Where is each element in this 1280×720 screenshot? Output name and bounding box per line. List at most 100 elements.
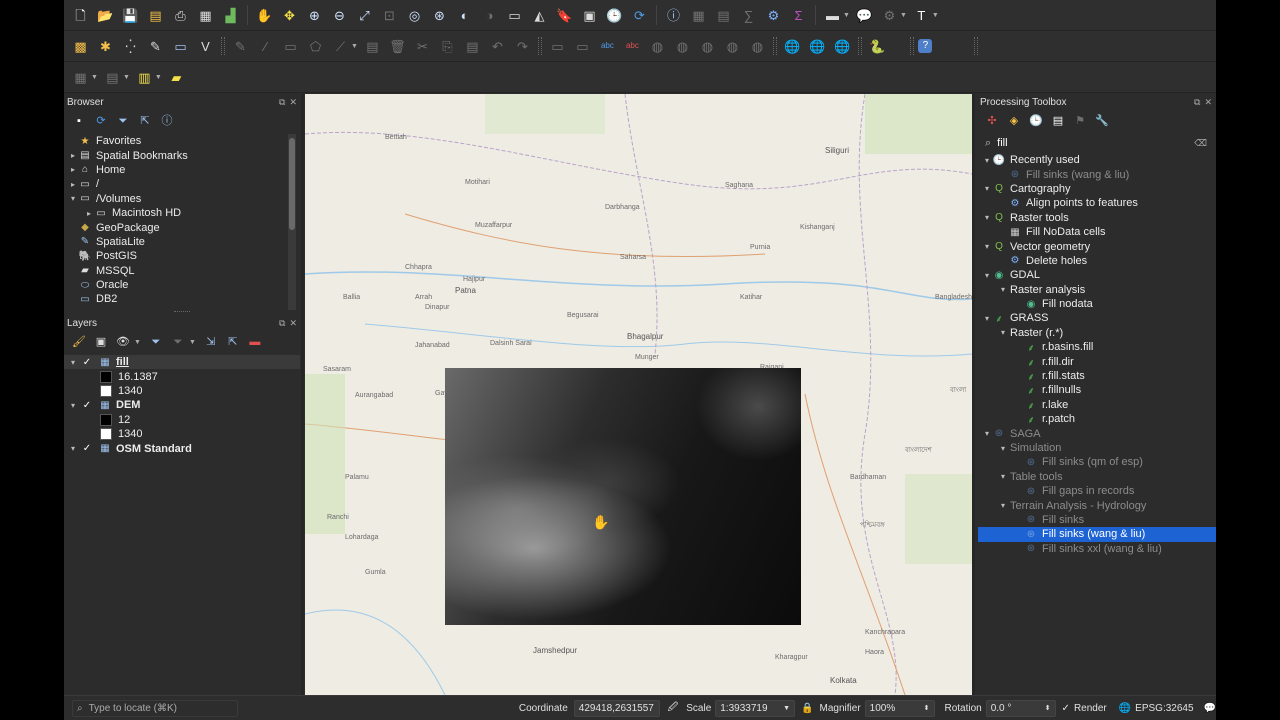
map-canvas[interactable]: Siliguri Bhagalpur Patna Jamshedpur Kolkata B… — [305, 94, 972, 695]
zoom-in-icon[interactable]: ⊕ — [304, 4, 326, 26]
expand-arrow-icon[interactable]: ▸ — [84, 209, 94, 218]
filter-icon[interactable]: ⏷ — [115, 113, 131, 129]
style-manager-icon[interactable]: ▟ — [220, 4, 242, 26]
label-diagram-icon[interactable]: ◍ — [746, 35, 768, 57]
label-move-icon[interactable]: ◍ — [646, 35, 668, 57]
toggle-extents-icon[interactable]: 🖉 — [668, 700, 679, 717]
show-bookmarks-icon[interactable]: ▣ — [579, 4, 601, 26]
legend-item[interactable]: 1340 — [64, 427, 300, 441]
undo-icon[interactable]: ↶ — [486, 35, 508, 57]
deselect-icon[interactable]: ▰ — [165, 66, 187, 88]
toolbox-provider[interactable]: ▾ Q Vector geometry — [978, 239, 1216, 253]
models-icon[interactable]: ✣ — [984, 113, 1000, 129]
chevron-down-icon[interactable]: ▼ — [155, 74, 162, 81]
toolbox-provider[interactable]: ▾ ⸙ GRASS — [978, 311, 1216, 325]
chevron-down-icon[interactable]: ▼ — [932, 12, 939, 19]
text-annotation-icon[interactable]: T — [910, 4, 932, 26]
add-wcs-layer-icon[interactable]: 🌐 — [831, 35, 853, 57]
zoom-last-icon[interactable]: ◐ — [454, 4, 476, 26]
chevron-down-icon[interactable]: ▼ — [351, 43, 358, 50]
toolbox-provider[interactable]: ▾ Q Cartography — [978, 182, 1216, 196]
toolbox-algorithm[interactable]: ⸙ r.fill.dir — [978, 354, 1216, 369]
close-panel-icon[interactable]: ✕ — [1204, 97, 1212, 108]
new-layer-icon[interactable]: ✱ — [95, 35, 117, 57]
zoom-next-icon[interactable]: ◑ — [479, 4, 501, 26]
toolbox-algorithm[interactable]: ◉ Fill nodata — [978, 297, 1216, 311]
expand-arrow-icon[interactable]: ▾ — [982, 314, 992, 323]
label-show-icon[interactable]: ◍ — [721, 35, 743, 57]
processing-gear-icon[interactable]: ⚙ — [763, 4, 785, 26]
save-as-icon[interactable]: ▤ — [145, 4, 167, 26]
expand-arrow-icon[interactable]: ▸ — [68, 151, 78, 160]
identify-icon[interactable]: ⓘ — [663, 4, 685, 26]
crs-label[interactable]: EPSG:32645 — [1135, 703, 1193, 714]
toolbox-algorithm[interactable]: ⊛ Fill sinks (wang & liu) — [978, 527, 1216, 542]
open-project-icon[interactable]: 📂 — [95, 4, 117, 26]
magnifier-field[interactable]: 100% ⬍ — [864, 699, 935, 717]
browser-item[interactable]: ▭ DB2 — [68, 292, 290, 306]
delete-selected-icon[interactable]: 🗑 — [386, 35, 408, 57]
browser-scrollbar-thumb[interactable] — [289, 138, 295, 230]
cut-features-icon[interactable]: ✂ — [411, 35, 433, 57]
edit-save-icon[interactable]: ▭ — [280, 35, 302, 57]
edit-features-in-place-icon[interactable]: ⚑ — [1072, 113, 1088, 129]
chevron-down-icon[interactable]: ▼ — [189, 339, 196, 346]
expand-arrow-icon[interactable]: ▾ — [982, 213, 992, 222]
browser-item[interactable]: ✎ SpatiaLite — [68, 235, 290, 249]
paste-features-icon[interactable]: ▤ — [461, 35, 483, 57]
label-rotate-icon[interactable]: ◍ — [671, 35, 693, 57]
expand-arrow-icon[interactable]: ▾ — [68, 401, 78, 410]
sum-icon[interactable]: Σ — [788, 4, 810, 26]
vertex-tool-icon[interactable]: ⟋ — [330, 35, 352, 57]
vertex-editor-icon[interactable]: ▦ — [70, 66, 92, 88]
data-source-manager-icon[interactable]: ▩ — [70, 35, 92, 57]
legend-item[interactable]: 12 — [64, 413, 300, 427]
chevron-down-icon[interactable]: ▼ — [783, 705, 790, 712]
legend-item[interactable]: 16.1387 — [64, 369, 300, 383]
toolbox-algorithm[interactable]: ⊛ Fill sinks (wang & liu) — [978, 167, 1216, 181]
visibility-checkbox[interactable]: ✓ — [80, 443, 94, 455]
label-abc-icon[interactable]: abc — [596, 35, 618, 57]
save-project-icon[interactable]: 💾 — [120, 4, 142, 26]
filter-legend-icon[interactable]: ⏷ — [148, 334, 164, 350]
float-panel-icon[interactable]: ⧉ — [279, 97, 285, 108]
toggle-edit-icon[interactable]: ✎ — [145, 35, 167, 57]
edit-pencil-icon[interactable]: ✎ — [230, 35, 252, 57]
clear-search-icon[interactable]: ⌫ — [1194, 138, 1207, 149]
expand-arrow-icon[interactable]: ▾ — [982, 429, 992, 438]
right-dock-splitter[interactable] — [972, 94, 975, 695]
toolbox-algorithm[interactable]: ⊛ Fill sinks — [978, 513, 1216, 527]
new-project-icon[interactable]: 🗋 — [70, 4, 92, 26]
layout-manager-icon[interactable]: ▦ — [195, 4, 217, 26]
toolbox-provider[interactable]: ▾ Q Raster tools — [978, 211, 1216, 225]
refresh-icon[interactable]: ⟳ — [629, 4, 651, 26]
browser-item[interactable]: ▸ ▭ / — [68, 177, 290, 191]
browser-item[interactable]: ▸ ▤ Spatial Bookmarks — [68, 148, 290, 162]
toolbox-algorithm[interactable]: ⊛ Fill gaps in records — [978, 484, 1216, 498]
expand-all-icon[interactable]: ⇲ — [203, 334, 219, 350]
browser-item[interactable]: ▰ MSSQL — [68, 264, 290, 278]
add-group-icon[interactable]: ▣ — [93, 334, 109, 350]
locate-search-field[interactable]: ⌕ Type to locate (⌘K) — [71, 699, 238, 717]
visibility-checkbox[interactable]: ✓ — [80, 356, 94, 368]
expand-arrow-icon[interactable]: ▸ — [68, 180, 78, 189]
pan-icon[interactable]: ✋ — [254, 4, 276, 26]
layer-item[interactable]: ▾ ✓ ▦ DEM — [64, 398, 300, 412]
left-dock-splitter[interactable] — [301, 94, 304, 695]
digitize-icon[interactable]: ⁛ — [120, 35, 142, 57]
new-3d-view-icon[interactable]: ◭ — [529, 4, 551, 26]
label-tool-icon[interactable]: ▭ — [546, 35, 568, 57]
manage-visibility-icon[interactable]: 👁 — [115, 334, 131, 350]
toolbox-search-input[interactable]: fill — [997, 137, 1194, 149]
history-icon[interactable]: 🕒 — [1028, 113, 1044, 129]
toolbox-group[interactable]: ▾ Simulation — [978, 441, 1216, 455]
chevron-down-icon[interactable]: ▼ — [123, 74, 130, 81]
layer-item[interactable]: ▾ ✓ ▦ OSM Standard — [64, 441, 300, 455]
options-wrench-icon[interactable]: 🔧 — [1094, 113, 1110, 129]
save-edits-icon[interactable]: ▭ — [170, 35, 192, 57]
measure-icon[interactable]: ▬ — [822, 4, 844, 26]
toolbox-algorithm[interactable]: ⚙ Align points to features — [978, 196, 1216, 210]
results-viewer-icon[interactable]: ▤ — [1050, 113, 1066, 129]
open-attribute-table-icon[interactable]: ▦ — [688, 4, 710, 26]
remove-layer-icon[interactable]: ▬ — [247, 334, 263, 350]
